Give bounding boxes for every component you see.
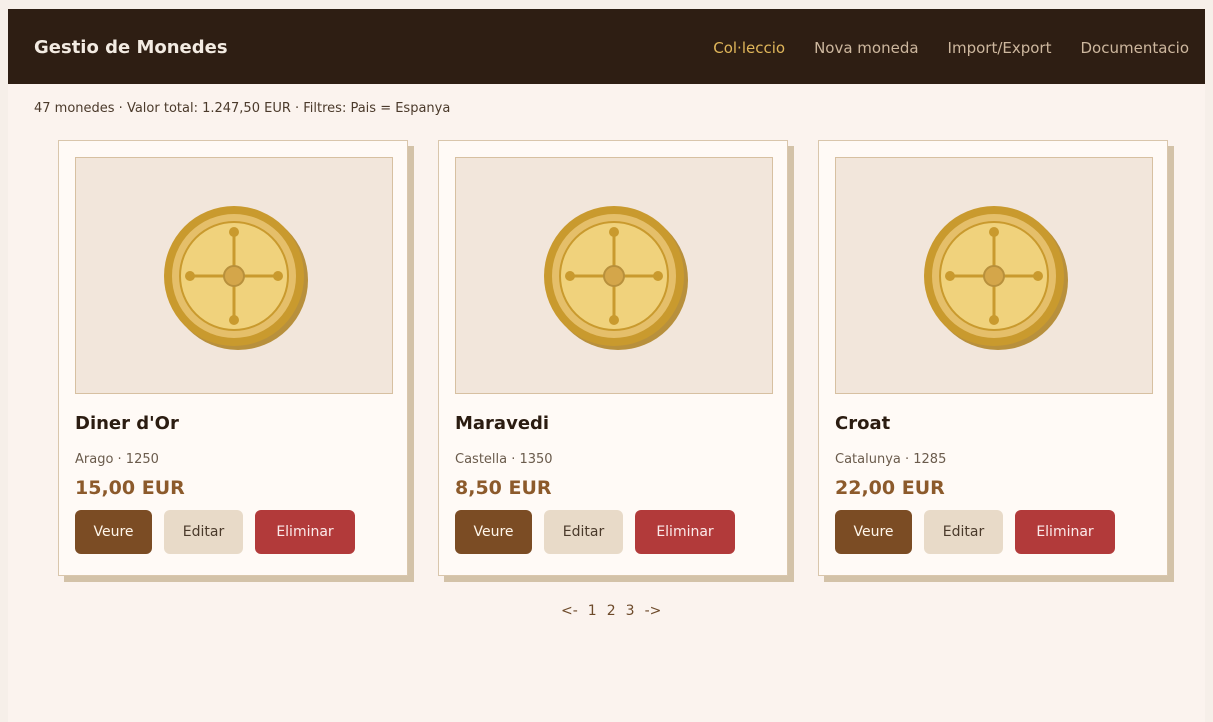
- edit-button[interactable]: Editar: [924, 510, 1003, 554]
- coin-image: [924, 206, 1068, 350]
- top-navbar: Gestio de Monedes Col·leccio Nova moneda…: [8, 9, 1205, 84]
- app-frame: Gestio de Monedes Col·leccio Nova moneda…: [8, 9, 1205, 722]
- coin-card: Diner d'Or Arago · 1250 15,00 EUR Veure …: [58, 140, 408, 576]
- pager-page-2[interactable]: 2: [607, 603, 616, 619]
- nav-nova-moneda[interactable]: Nova moneda: [814, 39, 918, 57]
- coin-image-frame: [75, 157, 393, 394]
- edit-button[interactable]: Editar: [544, 510, 623, 554]
- nav-import-export[interactable]: Import/Export: [948, 39, 1052, 57]
- coin-card: Croat Catalunya · 1285 22,00 EUR Veure E…: [818, 140, 1168, 576]
- coin-price: 22,00 EUR: [835, 477, 945, 499]
- view-button[interactable]: Veure: [75, 510, 152, 554]
- pager-next[interactable]: ->: [645, 603, 662, 619]
- pagination: <- 1 2 3 ->: [561, 603, 661, 619]
- coin-name: Maravedi: [455, 413, 550, 434]
- main-nav: Col·leccio Nova moneda Import/Export Doc…: [684, 39, 1189, 57]
- delete-button[interactable]: Eliminar: [635, 510, 735, 554]
- delete-button[interactable]: Eliminar: [1015, 510, 1115, 554]
- coin-meta: Catalunya · 1285: [835, 452, 947, 467]
- view-button[interactable]: Veure: [455, 510, 532, 554]
- delete-button[interactable]: Eliminar: [255, 510, 355, 554]
- coin-image-frame: [835, 157, 1153, 394]
- coin-price: 8,50 EUR: [455, 477, 552, 499]
- coin-price: 15,00 EUR: [75, 477, 185, 499]
- app-title: Gestio de Monedes: [34, 37, 228, 58]
- pager-page-1[interactable]: 1: [588, 603, 597, 619]
- coin-image: [164, 206, 308, 350]
- view-button[interactable]: Veure: [835, 510, 912, 554]
- coin-image-frame: [455, 157, 773, 394]
- coin-name: Croat: [835, 413, 891, 434]
- coin-meta: Castella · 1350: [455, 452, 553, 467]
- nav-coleccio[interactable]: Col·leccio: [713, 39, 785, 57]
- pager-page-3[interactable]: 3: [626, 603, 635, 619]
- coin-card: Maravedi Castella · 1350 8,50 EUR Veure …: [438, 140, 788, 576]
- coin-name: Diner d'Or: [75, 413, 179, 434]
- edit-button[interactable]: Editar: [164, 510, 243, 554]
- pager-prev[interactable]: <-: [561, 603, 578, 619]
- coin-meta: Arago · 1250: [75, 452, 159, 467]
- collection-summary: 47 monedes · Valor total: 1.247,50 EUR ·…: [34, 101, 451, 116]
- coin-image: [544, 206, 688, 350]
- nav-documentacio[interactable]: Documentacio: [1081, 39, 1190, 57]
